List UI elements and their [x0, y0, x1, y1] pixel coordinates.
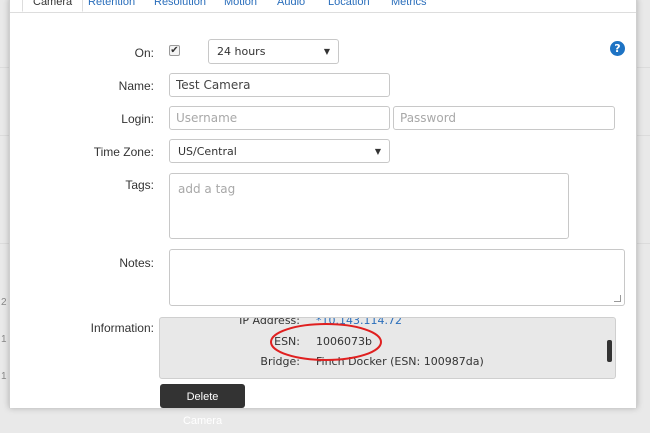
information-label: Information: [90, 321, 154, 335]
chevron-down-icon: ▼ [323, 47, 330, 56]
tab-resolution[interactable]: Resolution [154, 0, 206, 11]
tab-retention[interactable]: Retention [88, 0, 135, 11]
tags-label: Tags: [125, 178, 154, 192]
background-row-number: 1 [1, 371, 7, 382]
username-input[interactable] [169, 106, 390, 130]
timezone-select[interactable]: US/Central ▼ [169, 139, 390, 163]
tags-input[interactable] [169, 173, 569, 239]
tab-bar: Camera Retention Resolution Motion Audio… [10, 0, 636, 13]
information-scrollbar-thumb[interactable] [607, 340, 612, 362]
information-panel: IP Address: *10.143.114.72 ESN: 1006073b… [159, 317, 616, 379]
chevron-down-icon: ▼ [374, 146, 381, 156]
on-duration-select[interactable]: 24 hours ▼ [208, 39, 339, 64]
notes-textarea[interactable] [169, 249, 625, 306]
on-duration-value: 24 hours [217, 45, 266, 58]
help-icon[interactable]: ? [610, 41, 625, 56]
timezone-label: Time Zone: [93, 145, 154, 159]
timezone-value: US/Central [178, 144, 237, 158]
tab-camera[interactable]: Camera [22, 0, 84, 12]
tab-metrics[interactable]: Metrics [391, 0, 426, 11]
tab-location[interactable]: Location [328, 0, 370, 11]
on-checkbox[interactable]: ✔ [169, 45, 180, 56]
name-input[interactable] [169, 73, 390, 97]
notes-label: Notes: [119, 256, 154, 270]
tab-motion[interactable]: Motion [224, 0, 257, 11]
delete-camera-button[interactable]: Delete Camera [160, 384, 245, 427]
annotation-ellipse [270, 323, 382, 361]
on-label: On: [134, 46, 154, 60]
background-row-number: 2 [1, 297, 7, 308]
name-label: Name: [118, 79, 154, 93]
password-input[interactable] [393, 106, 615, 130]
resize-grip-icon[interactable] [614, 295, 621, 302]
background-row-number: 1 [1, 334, 7, 345]
tab-audio[interactable]: Audio [277, 0, 305, 11]
login-label: Login: [121, 112, 154, 126]
